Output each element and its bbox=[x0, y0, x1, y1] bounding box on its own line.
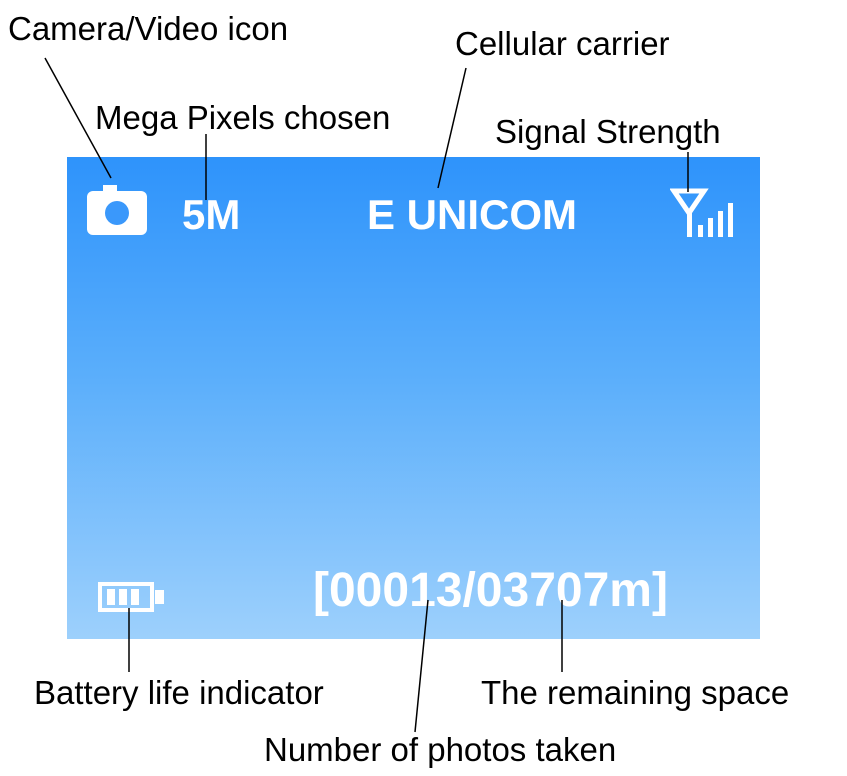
cellular-carrier-label: Cellular carrier bbox=[455, 25, 670, 62]
camera-video-icon-label: Camera/Video icon bbox=[8, 10, 289, 47]
remaining-space-label: The remaining space bbox=[481, 674, 790, 711]
resolution-value: 5M bbox=[182, 191, 241, 238]
signal-strength-icon bbox=[669, 185, 740, 237]
carrier-name: E UNICOM bbox=[367, 191, 577, 238]
mega-pixels-label: Mega Pixels chosen bbox=[95, 99, 391, 136]
battery-icon bbox=[98, 582, 166, 612]
photo-counter: [00013/03707m] bbox=[313, 564, 668, 617]
battery-life-label: Battery life indicator bbox=[34, 674, 324, 711]
photos-taken-label: Number of photos taken bbox=[264, 731, 617, 768]
signal-strength-label: Signal Strength bbox=[495, 113, 721, 150]
camera-screen: 5M E UNICOM [00013/03707m] bbox=[67, 157, 760, 639]
camera-icon bbox=[87, 179, 147, 235]
